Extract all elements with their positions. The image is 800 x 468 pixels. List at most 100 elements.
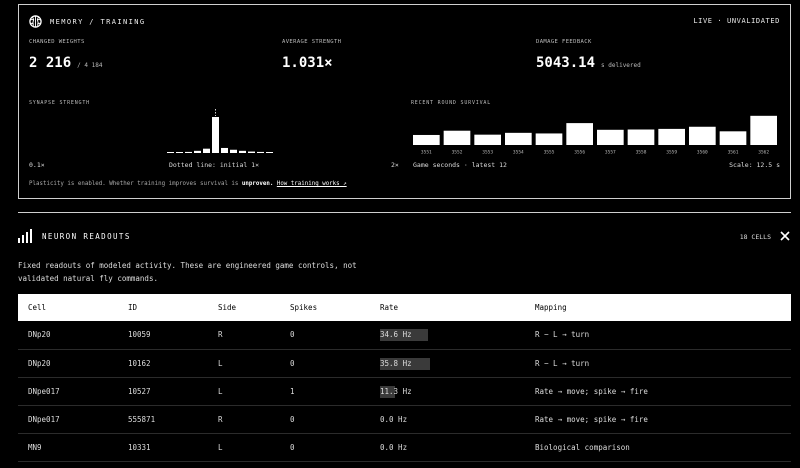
table-row[interactable]: MN9 10331 L 0 0.0 Hz Biological comparison — [18, 433, 791, 462]
signal-bars-icon — [18, 229, 32, 243]
rate-value: 0.0 Hz — [380, 442, 408, 452]
survival-bar — [719, 131, 747, 145]
cell-side: L — [208, 433, 280, 462]
cell-spikes: 0 — [280, 349, 370, 378]
synapse-bar — [239, 150, 246, 153]
survival-bar — [597, 129, 624, 145]
survival-bar — [505, 132, 532, 145]
rate-value: 35.8 Hz — [380, 358, 412, 368]
cell-cell: DNpe017 — [18, 405, 118, 434]
synapse-min-label: 0.1× — [29, 161, 45, 169]
round-tick-label: 3553 — [482, 150, 493, 156]
table-row[interactable]: DNpe017 10527 L 1 11.3 Hz Rate → move; spike … — [18, 377, 791, 406]
brain-icon — [29, 15, 42, 28]
changed-weights-label: CHANGED WEIGHTS — [29, 39, 85, 45]
cell-id: 10331 — [118, 433, 208, 462]
cell-cell: DNpe017 — [18, 377, 118, 406]
table-header-row: Cell ID Side Spikes Rate Mapping — [18, 294, 791, 321]
survival-scale: Scale: 12.5 s — [729, 161, 780, 169]
changed-weights-stat: CHANGED WEIGHTS 2 216 / 4 184 — [29, 39, 102, 71]
plasticity-note: Plasticity is enabled. Whether training … — [29, 181, 347, 187]
table-row[interactable]: DNp20 10162 L 0 35.8 Hz R − L → turn — [18, 349, 791, 378]
cell-mapping: R − L → turn — [525, 321, 791, 350]
memory-title: MEMORY / TRAINING — [50, 17, 146, 26]
synapse-initial-label: Dotted line: initial 1× — [169, 161, 260, 169]
synapse-bar — [230, 149, 237, 153]
cell-mapping: Rate → move; spike → fire — [525, 405, 791, 434]
column-header-rate: Rate — [380, 303, 399, 312]
how-training-works-link[interactable]: How training works ↗ — [277, 181, 347, 187]
round-tick-label: 3555 — [544, 150, 555, 156]
cell-id: 10059 — [118, 321, 208, 350]
table-row[interactable]: DNpe017 555871 R 0 0.0 Hz Rate → move; spike … — [18, 405, 791, 434]
changed-weights-total: / 4 184 — [77, 62, 103, 69]
memory-training-panel: MEMORY / TRAINING LIVE · UNVALIDATED CHA… — [18, 4, 791, 199]
synapse-bar — [212, 117, 219, 153]
cell-id: 10162 — [118, 349, 208, 378]
table-row[interactable]: DNp20 10059 R 0 34.6 Hz R − L → turn — [18, 321, 791, 350]
close-button[interactable] — [779, 230, 791, 242]
damage-feedback-label: DAMAGE FEEDBACK — [536, 39, 592, 45]
synapse-bar — [257, 151, 264, 153]
survival-bar — [689, 126, 716, 145]
damage-feedback-unit: s delivered — [601, 62, 641, 69]
cell-side: L — [208, 377, 280, 406]
survival-bar — [474, 134, 501, 145]
synapse-bar — [167, 152, 174, 153]
cell-side: R — [208, 405, 280, 434]
synapse-max-label: 2× — [391, 161, 399, 169]
cell-rate: 0.0 Hz — [370, 405, 525, 434]
memory-header: MEMORY / TRAINING — [29, 15, 145, 28]
synapse-bar — [203, 148, 210, 153]
rate-value: 0.0 Hz — [380, 414, 408, 424]
column-header-mapping: Mapping — [535, 303, 567, 312]
survival-bar — [535, 133, 563, 145]
neuron-readouts-title: NEURON READOUTS — [42, 231, 131, 241]
cell-rate: 11.3 Hz — [370, 377, 525, 406]
round-tick-label: 3562 — [758, 150, 769, 156]
plasticity-note-text: Plasticity is enabled. Whether training … — [29, 181, 239, 187]
rate-value: 11.3 Hz — [380, 386, 412, 396]
round-tick-label: 3554 — [513, 150, 524, 156]
synapse-bar — [248, 151, 255, 153]
round-survival-label: RECENT ROUND SURVIVAL — [411, 100, 492, 106]
round-tick-label: 3552 — [452, 150, 463, 156]
survival-bar — [658, 128, 685, 145]
survival-caption: Game seconds · latest 12 — [413, 161, 507, 169]
synapse-bar — [176, 152, 183, 153]
round-tick-label: 3561 — [728, 150, 739, 156]
average-strength-stat: AVERAGE STRENGTH 1.031× — [282, 39, 341, 71]
survival-bar — [627, 129, 655, 145]
round-tick-label: 3558 — [636, 150, 647, 156]
live-status-badge: LIVE · UNVALIDATED — [693, 17, 780, 25]
cell-cell: MN9 — [18, 433, 118, 462]
synapse-bar — [185, 151, 192, 153]
cell-spikes: 1 — [280, 377, 370, 406]
cell-spikes: 0 — [280, 433, 370, 462]
cell-rate: 35.8 Hz — [370, 349, 525, 378]
close-icon — [780, 231, 790, 241]
column-header-side: Side — [218, 303, 237, 312]
cell-count: 18 CELLS — [739, 233, 771, 241]
survival-bar — [750, 115, 777, 145]
cell-spikes: 0 — [280, 321, 370, 350]
column-header-spikes: Spikes — [290, 303, 318, 312]
cell-rate: 34.6 Hz — [370, 321, 525, 350]
cell-cell: DNp20 — [18, 321, 118, 350]
cell-side: R — [208, 321, 280, 350]
plasticity-unproven: unproven. — [241, 181, 274, 187]
synapse-bar — [194, 150, 201, 153]
cell-spikes: 0 — [280, 405, 370, 434]
synapse-strength-chart — [167, 109, 273, 153]
neuron-readouts-panel: NEURON READOUTS 18 CELLS Fixed readouts … — [18, 212, 791, 468]
average-strength-label: AVERAGE STRENGTH — [282, 39, 342, 45]
column-header-cell: Cell — [28, 303, 47, 312]
synapse-strength-label: SYNAPSE STRENGTH — [29, 100, 90, 106]
survival-bar — [413, 134, 440, 145]
round-tick-label: 3560 — [697, 150, 708, 156]
synapse-bar — [266, 152, 273, 153]
neuron-readouts-table: Cell ID Side Spikes Rate Mapping DNp20 10… — [18, 294, 791, 462]
survival-bar — [443, 130, 471, 145]
round-survival-chart: 3551 3552 3553 3554 3555 3556 3557 3558 3559 3560… — [413, 115, 777, 156]
damage-feedback-value: 5043.14 — [536, 55, 596, 71]
